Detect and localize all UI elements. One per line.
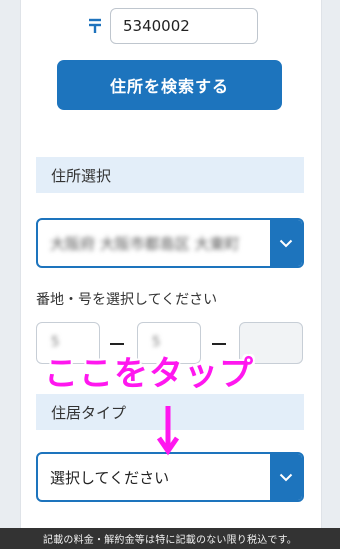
pointer-arrow-icon <box>156 406 180 456</box>
block-number-label: 番地・号を選択してください <box>36 292 218 308</box>
address-select-heading: 住所選択 <box>36 157 304 193</box>
postal-code-row <box>86 7 258 45</box>
tax-note-footer: 記載の料金・解約金等は特に記載のない限り税込です。 <box>0 528 340 549</box>
address-select[interactable]: 大阪府 大阪市都島区 大東町 <box>36 218 304 268</box>
separator-dash <box>110 343 124 345</box>
search-address-button[interactable]: 住所を検索する <box>57 60 282 110</box>
postal-mark-icon <box>86 17 104 35</box>
chevron-down-icon[interactable] <box>270 454 302 500</box>
postal-code-input[interactable] <box>110 8 258 44</box>
residence-type-select[interactable]: 選択してください <box>36 452 304 502</box>
residence-type-placeholder: 選択してください <box>50 468 170 487</box>
address-select-value: 大阪府 大阪市都島区 大東町 <box>50 234 240 253</box>
chevron-down-icon[interactable] <box>270 220 302 266</box>
separator-dash <box>212 343 226 345</box>
tap-here-annotation: ここをタップ <box>44 354 254 394</box>
